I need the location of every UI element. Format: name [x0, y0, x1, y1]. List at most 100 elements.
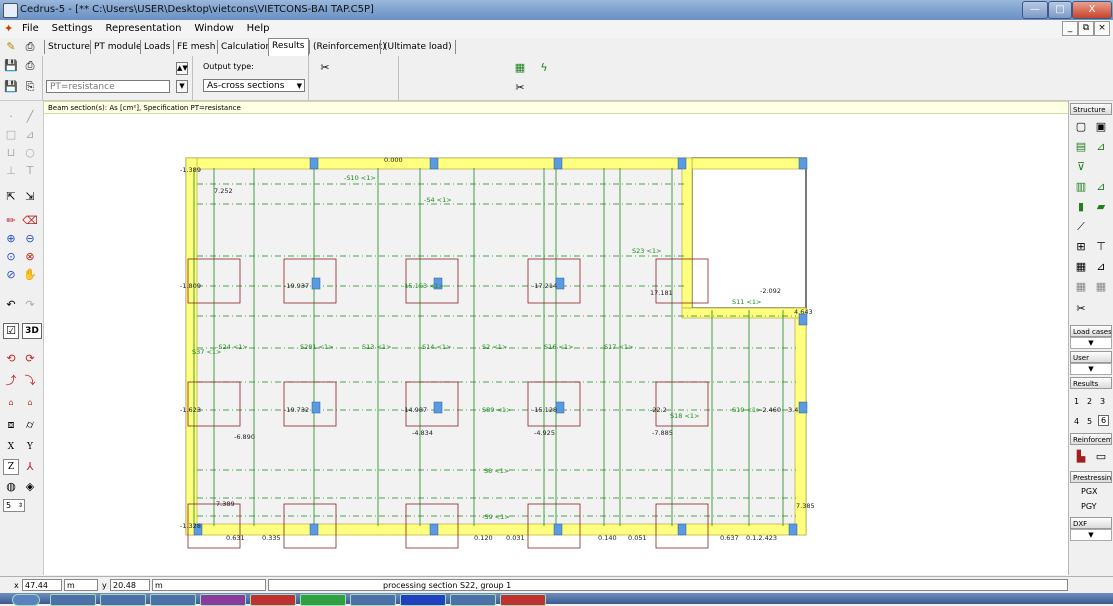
wall-icon[interactable]: ⊿ — [1093, 139, 1109, 155]
taskbar-app-7[interactable] — [350, 594, 396, 606]
view-front-icon[interactable]: ⌂ — [3, 395, 19, 411]
axis-y-button[interactable]: Y — [22, 439, 38, 455]
menu-settings[interactable]: Settings — [52, 23, 93, 34]
zoom-all-icon[interactable]: ⊗ — [22, 249, 38, 265]
column-icon[interactable]: ▥ — [1073, 179, 1089, 195]
pt-dropdown-button[interactable]: ▼ — [176, 80, 188, 93]
result-3-button[interactable]: 3 — [1100, 397, 1105, 406]
mesh-edit-icon[interactable]: ⊿ — [1093, 259, 1109, 275]
scissors-icon[interactable]: ✂ — [512, 80, 528, 96]
new-structure-icon[interactable]: ▢ — [1073, 119, 1089, 135]
zoom-in-icon[interactable]: ⊕ — [3, 231, 19, 247]
hinge-icon[interactable]: ⊤ — [1093, 239, 1109, 255]
zoom-previous-icon[interactable]: ⊘ — [3, 267, 19, 283]
tab-calculation[interactable]: Calculation — [217, 40, 274, 54]
user-dropdown[interactable]: ▼ — [1070, 363, 1112, 375]
axis-z-button[interactable]: Z — [3, 459, 19, 475]
taskbar-app-5[interactable] — [250, 594, 296, 606]
close-button[interactable]: X — [1072, 1, 1112, 19]
axis-tripod-icon[interactable]: ⅄ — [22, 459, 38, 475]
minimize-button[interactable]: — — [1022, 1, 1048, 19]
polygon-icon[interactable]: ⊿ — [22, 127, 38, 143]
save-as-icon[interactable]: 💾 — [3, 79, 19, 95]
cylinder-view-icon[interactable]: ⌭ — [22, 417, 38, 433]
pgx-button[interactable]: PGX — [1081, 487, 1098, 496]
rectangle-icon[interactable]: □ — [3, 127, 19, 143]
render-icon[interactable]: ◍ — [3, 479, 19, 495]
result-6-button[interactable]: 6 — [1098, 415, 1110, 426]
tab-structure[interactable]: Structure — [44, 40, 93, 54]
taskbar-app-9[interactable] — [450, 594, 496, 606]
checkbox-view-icon[interactable]: ☑ — [3, 323, 19, 339]
box-view-icon[interactable]: ⧈ — [3, 417, 19, 433]
reinforcement-bars-icon[interactable]: ▙ — [1073, 449, 1089, 465]
floor-plan-drawing[interactable]: 0.000 -1.389 7.252 -S10 <1> -S4 <1> S23 <1> -1… — [44, 114, 1068, 575]
menu-window[interactable]: Window — [194, 23, 233, 34]
result-4-button[interactable]: 4 — [1074, 417, 1079, 426]
print-setup-icon[interactable]: ⎘ — [22, 79, 38, 95]
dxf-dropdown[interactable]: ▼ — [1070, 529, 1112, 541]
select-icon[interactable]: ⇱ — [3, 189, 19, 205]
render-settings-icon[interactable]: ◈ — [22, 479, 38, 495]
select-area-icon[interactable]: ⇲ — [22, 189, 38, 205]
rotate-up-icon[interactable]: ⤴ — [3, 373, 19, 389]
output-type-select[interactable]: As-cross sections ▼ — [203, 79, 305, 92]
pencil-icon[interactable]: ✏ — [3, 213, 19, 229]
taskbar-app-1[interactable] — [50, 594, 96, 606]
tab-ultimate-load[interactable]: (Ultimate load) — [380, 40, 456, 54]
rotate-left-icon[interactable]: ⟲ — [3, 351, 19, 367]
pillar-icon[interactable]: ▮ — [1073, 199, 1089, 215]
rotate-right-icon[interactable]: ⟳ — [22, 351, 38, 367]
view-side-icon[interactable]: ⌂ — [22, 395, 38, 411]
mesh-icon[interactable]: ▦ — [1073, 259, 1089, 275]
result-1-button[interactable]: 1 — [1074, 397, 1079, 406]
doc-close-button[interactable]: × — [1094, 21, 1110, 36]
zoom-window-icon[interactable]: ⊙ — [3, 249, 19, 265]
start-button[interactable] — [12, 594, 40, 606]
axis-x-button[interactable]: X — [3, 439, 19, 455]
line-support-icon[interactable]: ⟋ — [1073, 219, 1089, 235]
cut-icon[interactable]: ✂ — [1073, 301, 1089, 317]
table-export-icon[interactable]: ▦ — [512, 60, 528, 76]
pillar-slanted-icon[interactable]: ▰ — [1093, 199, 1109, 215]
menu-representation[interactable]: Representation — [106, 23, 182, 34]
spring-icon[interactable]: ⊞ — [1073, 239, 1089, 255]
doc-restore-button[interactable]: ⧉ — [1078, 21, 1094, 36]
pt-spin-button[interactable]: ▲▼ — [176, 62, 188, 75]
grid2-icon[interactable]: ▦ — [1093, 279, 1109, 295]
load-cases-header[interactable]: Load cases — [1070, 325, 1112, 337]
tab-pt-module[interactable]: PT module — [90, 40, 145, 54]
slab-icon[interactable]: ▤ — [1073, 139, 1089, 155]
drawing-canvas[interactable]: 0.000 -1.389 7.252 -S10 <1> -S4 <1> S23 <1> -1… — [44, 114, 1068, 575]
result-5-button[interactable]: 5 — [1087, 417, 1092, 426]
taskbar-app-10[interactable] — [500, 594, 546, 606]
grid-icon[interactable]: ▦ — [1073, 279, 1089, 295]
load-cases-dropdown[interactable]: ▼ — [1070, 337, 1112, 349]
print-preview-icon[interactable]: ⎙ — [22, 58, 38, 74]
menu-help[interactable]: Help — [247, 23, 270, 34]
element-icon[interactable]: ▣ — [1093, 119, 1109, 135]
3d-view-button[interactable]: 3D — [22, 323, 42, 339]
menu-file[interactable]: File — [22, 23, 39, 34]
circle-icon[interactable]: ○ — [22, 145, 38, 161]
taskbar-app-4[interactable] — [200, 594, 246, 606]
beam-icon[interactable]: ⊿ — [1093, 179, 1109, 195]
taskbar-app-8[interactable] — [400, 594, 446, 606]
tab-fe-mesh[interactable]: FE mesh — [173, 40, 218, 54]
result-2-button[interactable]: 2 — [1087, 397, 1092, 406]
lightning-icon[interactable]: ϟ — [536, 60, 552, 76]
layer-spinner[interactable]: 5 ⇕ — [3, 499, 25, 512]
rotate-down-icon[interactable]: ⤵ — [22, 373, 38, 389]
user-header[interactable]: User — [1070, 351, 1112, 363]
pan-hand-icon[interactable]: ✋ — [22, 267, 38, 283]
line-icon[interactable]: ╱ — [22, 109, 38, 125]
text-icon[interactable]: T — [22, 163, 38, 179]
tab-results[interactable]: Results — [268, 38, 309, 56]
section-cut-icon[interactable]: ✂ — [317, 60, 333, 76]
zoom-out-icon[interactable]: ⊖ — [22, 231, 38, 247]
point-icon[interactable]: · — [3, 109, 19, 125]
dimension-icon[interactable]: ⊥ — [3, 163, 19, 179]
taskbar-app-6[interactable] — [300, 594, 346, 606]
taskbar-app-3[interactable] — [150, 594, 196, 606]
dxf-header[interactable]: DXF — [1070, 517, 1112, 529]
